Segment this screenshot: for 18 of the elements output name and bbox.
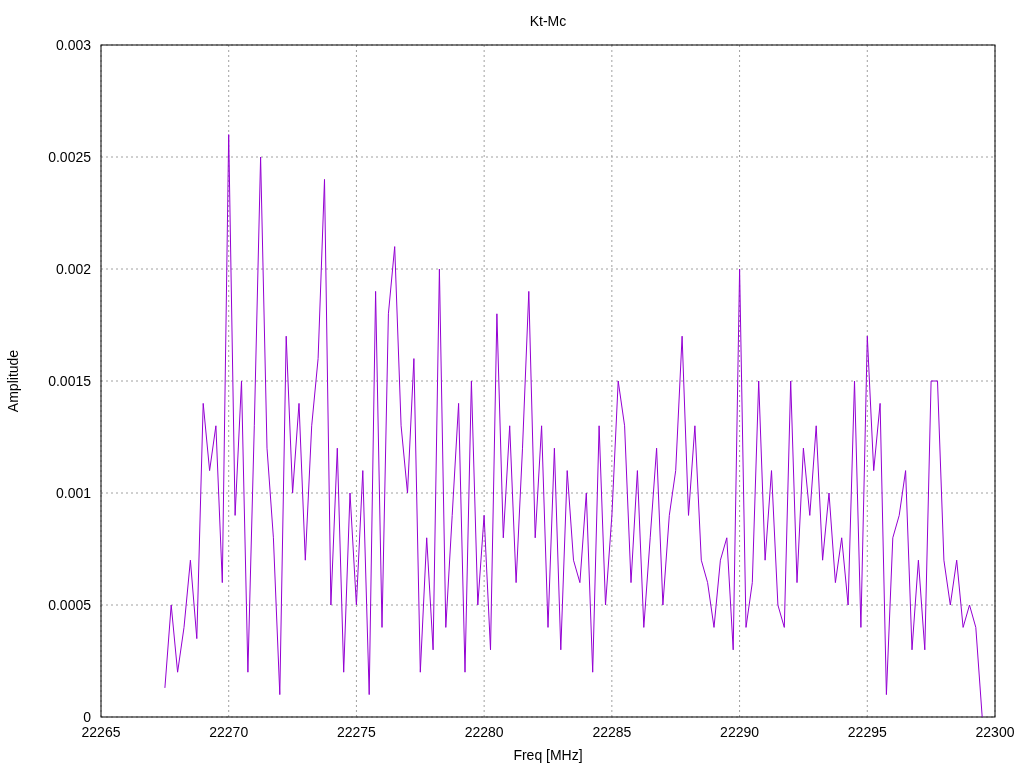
y-tick-label: 0.003 <box>55 37 91 53</box>
y-tick-label: 0.001 <box>55 485 91 501</box>
x-tick-label: 22295 <box>847 724 887 740</box>
y-tick-label: 0.0015 <box>48 373 91 389</box>
y-tick-label: 0 <box>83 709 91 725</box>
x-tick-label: 22290 <box>720 724 760 740</box>
y-tick-label: 0.0025 <box>48 149 91 165</box>
y-tick-label: 0.002 <box>55 261 91 277</box>
y-tick-label: 0.0005 <box>48 597 91 613</box>
x-tick-label: 22280 <box>464 724 504 740</box>
x-tick-label: 22285 <box>592 724 632 740</box>
y-axis-label: Amplitude <box>5 349 21 413</box>
x-tick-label: 22265 <box>81 724 121 740</box>
x-tick-label: 22300 <box>975 724 1015 740</box>
x-axis-label: Freq [MHz] <box>513 747 583 763</box>
chart-title: Kt-Mc <box>529 13 567 29</box>
x-tick-label: 22275 <box>336 724 376 740</box>
x-tick-label: 22270 <box>209 724 249 740</box>
